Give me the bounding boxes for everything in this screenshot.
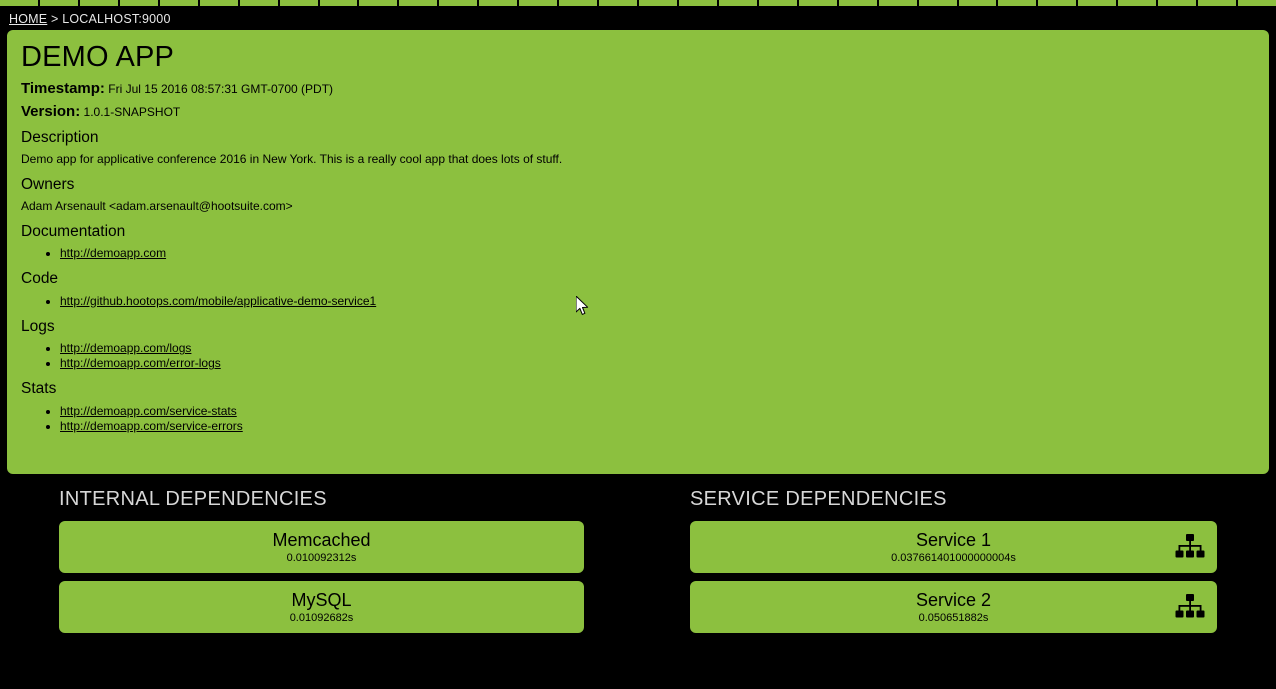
top-strip-segment <box>239 0 278 6</box>
stats-heading: Stats <box>21 380 57 398</box>
documentation-link[interactable]: http://demoapp.com <box>60 246 166 260</box>
breadcrumb-current: LOCALHOST:9000 <box>62 12 171 26</box>
logs-link[interactable]: http://demoapp.com/logs <box>60 341 191 355</box>
top-strip-segment <box>479 0 518 6</box>
top-strip-segment <box>639 0 677 6</box>
dependency-response-time: 0.037661401000000004s <box>891 551 1016 564</box>
timestamp-label: Timestamp: <box>21 80 105 98</box>
top-strip-segment <box>758 0 797 6</box>
top-strip-segment <box>279 0 318 6</box>
service-errors-link[interactable]: http://demoapp.com/service-errors <box>60 419 243 433</box>
logs-heading: Logs <box>21 317 55 335</box>
dependency-response-time: 0.01092682s <box>289 611 354 624</box>
service-dependencies-column: SERVICE DEPENDENCIES Service 1 0.0376614… <box>690 488 1217 641</box>
list-item: http://demoapp.com/logs <box>60 341 1255 356</box>
breadcrumb-home-link[interactable]: HOME <box>9 12 47 26</box>
dependencies-section: INTERNAL DEPENDENCIES Memcached 0.010092… <box>0 488 1276 648</box>
top-strip-segment <box>0 0 38 6</box>
documentation-heading: Documentation <box>21 222 126 240</box>
list-item: http://demoapp.com/error-logs <box>60 356 1255 371</box>
sitemap-icon[interactable] <box>1175 594 1205 620</box>
dependency-name: Memcached <box>272 529 371 550</box>
internal-dependency-card-memcached[interactable]: Memcached 0.010092312s <box>59 521 584 573</box>
top-segment-strip <box>0 0 1276 7</box>
stats-link-list: http://demoapp.com/service-stats http://… <box>21 404 1255 434</box>
owners-text: Adam Arsenault <adam.arsenault@hootsuite… <box>21 198 293 213</box>
top-strip-segment <box>1078 0 1117 6</box>
top-strip-segment <box>559 0 598 6</box>
top-strip-segment <box>439 0 478 6</box>
description-text: Demo app for applicative conference 2016… <box>21 152 563 167</box>
top-strip-segment <box>958 0 997 6</box>
top-strip-segment <box>678 0 717 6</box>
list-item: http://demoapp.com/service-stats <box>60 404 1255 419</box>
top-strip-segment <box>599 0 637 6</box>
page-title: DEMO APP <box>21 41 175 73</box>
internal-dependencies-heading: INTERNAL DEPENDENCIES <box>59 488 327 510</box>
dependency-name: Service 2 <box>915 589 992 610</box>
top-strip-segment <box>1118 0 1157 6</box>
logs-link-list: http://demoapp.com/logs http://demoapp.c… <box>21 341 1255 371</box>
code-link[interactable]: http://github.hootops.com/mobile/applica… <box>60 294 376 308</box>
top-strip-segment <box>79 0 118 6</box>
list-item: http://demoapp.com/service-errors <box>60 419 1255 434</box>
top-strip-segment <box>798 0 837 6</box>
code-heading: Code <box>21 270 59 288</box>
top-strip-segment <box>1038 0 1077 6</box>
top-strip-segment <box>199 0 238 6</box>
code-link-list: http://github.hootops.com/mobile/applica… <box>21 294 1255 309</box>
top-strip-segment <box>918 0 957 6</box>
top-strip-segment <box>359 0 398 6</box>
service-dependency-card-service-2[interactable]: Service 2 0.050651882s <box>690 581 1217 633</box>
top-strip-segment <box>119 0 158 6</box>
top-strip-segment <box>838 0 877 6</box>
error-logs-link[interactable]: http://demoapp.com/error-logs <box>60 356 221 370</box>
service-stats-link[interactable]: http://demoapp.com/service-stats <box>60 404 237 418</box>
dependency-response-time: 0.050651882s <box>918 611 989 624</box>
top-strip-segment <box>399 0 438 6</box>
description-heading: Description <box>21 129 99 147</box>
top-strip-segment <box>1238 0 1276 6</box>
version-row: Version: 1.0.1-SNAPSHOT <box>21 104 1255 120</box>
documentation-link-list: http://demoapp.com <box>21 246 1255 261</box>
list-item: http://github.hootops.com/mobile/applica… <box>60 294 1255 309</box>
top-strip-segment <box>319 0 358 6</box>
top-strip-segment <box>998 0 1037 6</box>
timestamp-row: Timestamp: Fri Jul 15 2016 08:57:31 GMT-… <box>21 81 1255 97</box>
version-value: 1.0.1-SNAPSHOT <box>83 105 181 120</box>
top-strip-segment <box>878 0 917 6</box>
list-item: http://demoapp.com <box>60 246 1255 261</box>
top-strip-segment <box>39 0 78 6</box>
timestamp-value: Fri Jul 15 2016 08:57:31 GMT-0700 (PDT) <box>108 82 334 97</box>
top-strip-segment <box>519 0 558 6</box>
top-strip-segment <box>159 0 198 6</box>
dependency-response-time: 0.010092312s <box>286 551 357 564</box>
sitemap-icon[interactable] <box>1175 534 1205 560</box>
top-strip-segment <box>718 0 757 6</box>
app-info-card: DEMO APP Timestamp: Fri Jul 15 2016 08:5… <box>7 30 1269 474</box>
version-label: Version: <box>21 103 81 121</box>
breadcrumb: HOME > LOCALHOST:9000 <box>9 9 171 29</box>
service-dependencies-heading: SERVICE DEPENDENCIES <box>690 488 947 510</box>
top-strip-segment <box>1198 0 1237 6</box>
top-strip-segment <box>1158 0 1197 6</box>
dependency-name: MySQL <box>291 589 352 610</box>
internal-dependencies-column: INTERNAL DEPENDENCIES Memcached 0.010092… <box>59 488 584 641</box>
owners-heading: Owners <box>21 176 75 194</box>
breadcrumb-separator-glyph: > <box>51 12 59 26</box>
internal-dependency-card-mysql[interactable]: MySQL 0.01092682s <box>59 581 584 633</box>
dependency-name: Service 1 <box>915 529 992 550</box>
service-dependency-card-service-1[interactable]: Service 1 0.037661401000000004s <box>690 521 1217 573</box>
